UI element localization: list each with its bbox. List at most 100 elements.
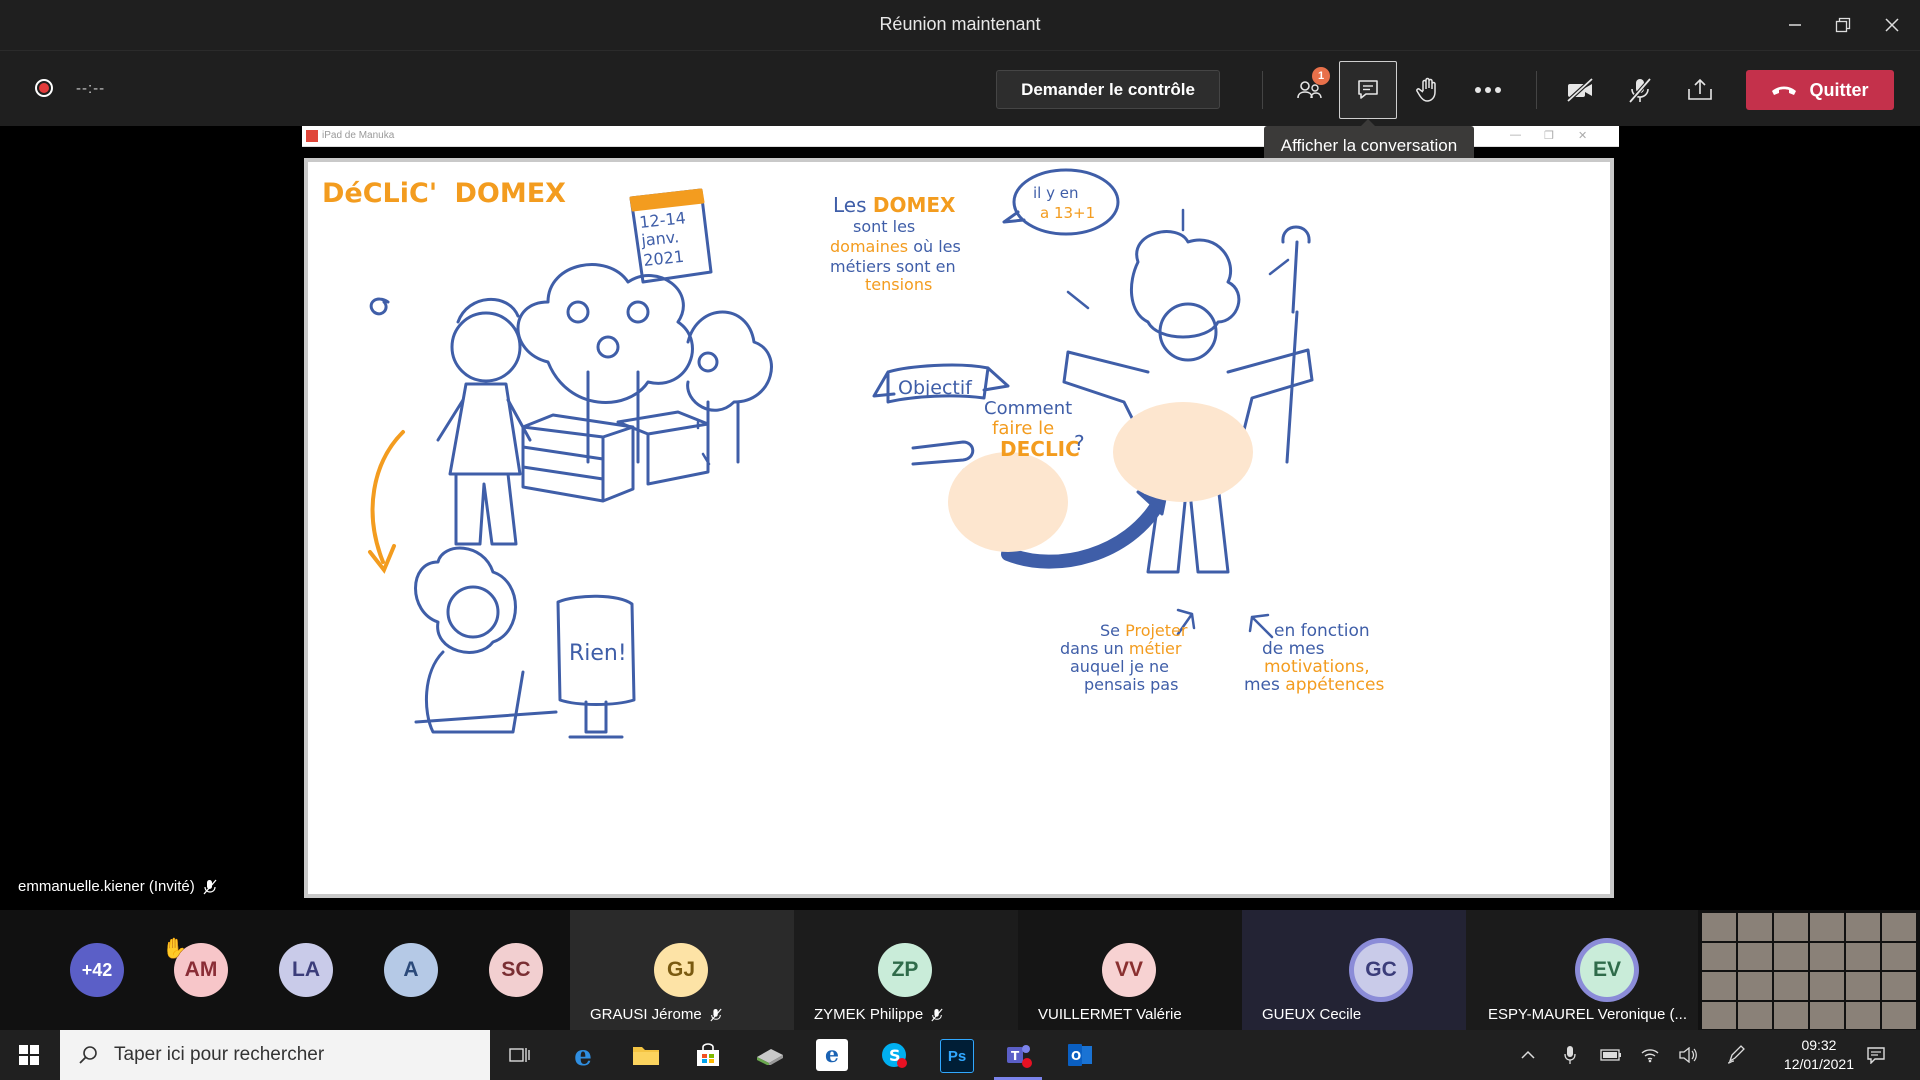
show-hidden-icons[interactable] (1520, 1030, 1536, 1080)
definition-line3: domaines où les (830, 237, 961, 256)
sketchnote-drawing: DéCLiC' DOMEX 12-14 janv. 2021 il y en a… (322, 168, 1384, 739)
video-gallery-thumbnail[interactable] (1702, 913, 1916, 1029)
objectif-label: Objectif (898, 377, 973, 399)
definition-line5: tensions (865, 275, 932, 294)
participant-avatar[interactable]: SC (489, 943, 543, 997)
meeting-timer: --:-- (76, 80, 106, 97)
shared-restore-icon: ❐ (1544, 130, 1554, 142)
close-icon[interactable] (1872, 10, 1912, 40)
participant-initials: LA (292, 958, 320, 981)
definition-line2: sont les (853, 217, 915, 236)
camera-toggle-button[interactable] (1552, 69, 1608, 111)
calendar-line: janv. (639, 227, 679, 250)
mic-off-icon (931, 1008, 943, 1021)
tray-microphone-icon[interactable] (1563, 1030, 1577, 1080)
mic-toggle-button[interactable] (1612, 69, 1668, 111)
farmer-figure (369, 297, 532, 546)
presenter-name: emmanuelle.kiener (Invité) (18, 878, 195, 895)
bubble-line: a 13+1 (1040, 204, 1095, 222)
shared-close-icon: ✕ (1578, 130, 1588, 142)
task-view-icon[interactable] (504, 1039, 536, 1071)
fonction-mes: mes (1244, 675, 1285, 695)
participant-strip: +42 AM ✋ LA A SC GJ GRAUSI Jérome ZP ZYM… (0, 910, 1920, 1030)
participant-initials: SC (501, 958, 531, 981)
more-actions-button[interactable] (1460, 69, 1516, 111)
projeter-line1: Se Projeter (1100, 621, 1188, 640)
pen-icon[interactable] (1726, 1030, 1746, 1080)
participant-avatar: GJ (654, 943, 708, 997)
worried-person (414, 546, 558, 734)
participant-initials: EV (1592, 958, 1621, 981)
orange-highlight (948, 452, 1068, 552)
outlook-icon[interactable]: O (1064, 1039, 1096, 1071)
file-explorer-icon[interactable] (630, 1039, 662, 1071)
participant-tile[interactable]: ZP ZYMEK Philippe (794, 910, 1018, 1030)
window-title: Réunion maintenant (879, 14, 1041, 34)
definition-domaines: domaines (830, 237, 908, 256)
raised-hand-icon: ✋ (162, 938, 187, 960)
title-part1: DéCLiC' (322, 178, 437, 209)
leave-button-label: Quitter (1809, 79, 1869, 100)
definition-ou-les: où les (913, 237, 961, 256)
raise-hand-button[interactable] (1400, 69, 1456, 111)
restore-icon[interactable] (1823, 10, 1863, 40)
books-icon[interactable] (754, 1039, 786, 1071)
participant-name-label: GRAUSI Jérome (590, 1006, 722, 1023)
participant-name: GRAUSI Jérome (590, 1006, 702, 1023)
app-icon (306, 130, 318, 142)
taskbar-search[interactable]: Taper ici pour rechercher (60, 1030, 490, 1080)
chat-button[interactable] (1339, 61, 1397, 119)
minimize-icon[interactable] (1775, 10, 1815, 40)
hand-icon (1416, 77, 1436, 102)
leave-button[interactable]: Quitter (1746, 70, 1894, 110)
participant-name: VUILLERMET Valérie (1038, 1006, 1182, 1023)
participant-name-label: ESPY-MAUREL Veronique (... (1488, 1006, 1687, 1023)
participant-tile[interactable]: GJ GRAUSI Jérome (570, 910, 794, 1030)
fonction-line3: motivations, (1264, 657, 1370, 677)
wifi-icon[interactable] (1640, 1030, 1660, 1080)
participant-avatar: EV (1580, 943, 1634, 997)
notifications-icon[interactable] (1866, 1030, 1886, 1080)
battery-icon[interactable] (1600, 1030, 1622, 1080)
more-participants-button[interactable]: +42 (70, 943, 124, 997)
store-icon[interactable] (692, 1039, 724, 1071)
comment-declic: DECLIC (1000, 437, 1080, 461)
bubble-line: il y en (1033, 184, 1078, 202)
recording-icon (35, 79, 53, 97)
projeter-line3: auquel je ne (1070, 657, 1169, 676)
participant-avatar[interactable]: LA (279, 943, 333, 997)
participant-name-label: ZYMEK Philippe (814, 1006, 943, 1023)
share-screen-button[interactable] (1672, 69, 1728, 111)
participant-initials: GC (1365, 958, 1397, 981)
photoshop-icon[interactable]: Ps (940, 1039, 974, 1073)
start-button[interactable] (0, 1030, 58, 1080)
meeting-toolbar: --:-- Demander le contrôle 1 Quitter (0, 51, 1920, 126)
edge-icon[interactable]: e (567, 1039, 599, 1072)
participant-avatar[interactable]: A (384, 943, 438, 997)
participant-tile[interactable]: GC GUEUX Cecile (1242, 910, 1466, 1030)
taskbar-clock[interactable]: 09:32 12/01/2021 (1784, 1036, 1854, 1074)
toolbar-divider (1536, 71, 1537, 109)
speech-bubble (1012, 168, 1120, 236)
clock-time: 09:32 (1801, 1037, 1837, 1053)
edge-enterprise-icon[interactable]: e (816, 1039, 848, 1071)
teams-icon[interactable]: T (1002, 1039, 1034, 1071)
projeter-verb: Projeter (1125, 621, 1188, 640)
participant-avatar: ZP (878, 943, 932, 997)
participant-tile[interactable]: VV VUILLERMET Valérie (1018, 910, 1242, 1030)
comment-question-mark: ? (1074, 431, 1085, 455)
definition-les: Les (833, 193, 873, 217)
hang-up-icon (1772, 86, 1797, 95)
skype-icon[interactable]: S (878, 1039, 910, 1071)
participants-button[interactable]: 1 (1282, 67, 1338, 111)
participant-name: ZYMEK Philippe (814, 1006, 924, 1023)
request-control-button[interactable]: Demander le contrôle (996, 70, 1220, 109)
up-arrow-right (1248, 613, 1274, 639)
comment-line: Comment (984, 398, 1072, 419)
participant-tile[interactable]: EV ESPY-MAUREL Veronique (... (1466, 910, 1698, 1030)
more-icon (1475, 87, 1501, 93)
rien-label: Rien! (569, 641, 627, 666)
volume-icon[interactable] (1678, 1030, 1698, 1080)
projeter-se: Se (1100, 621, 1125, 640)
participant-initials: ZP (891, 958, 919, 981)
